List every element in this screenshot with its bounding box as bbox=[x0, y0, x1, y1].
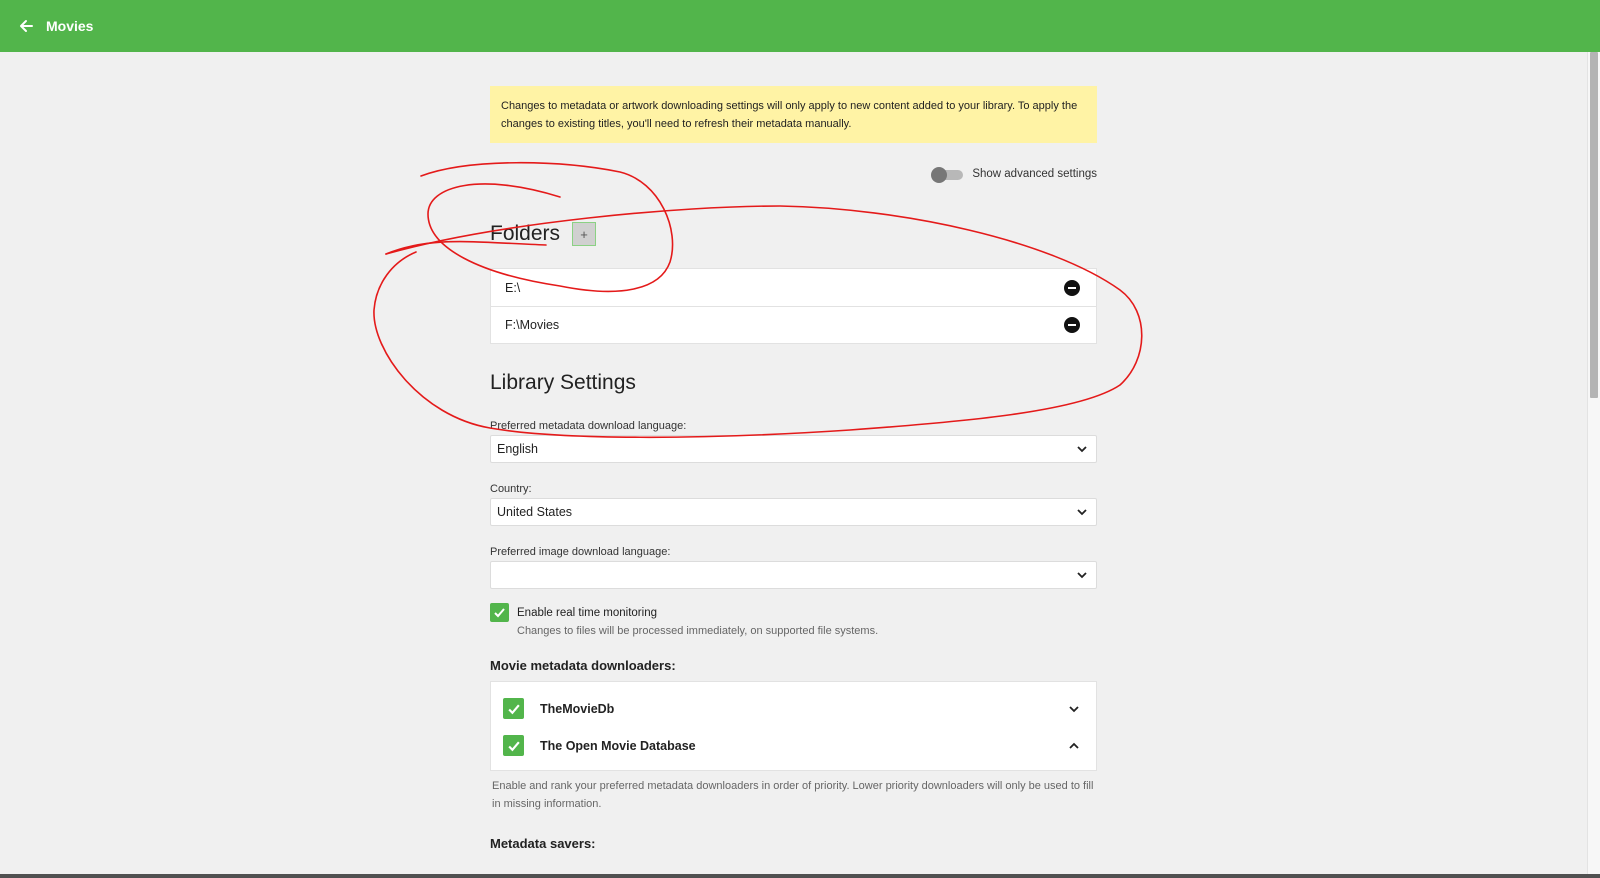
library-settings-panel: Changes to metadata or artwork downloadi… bbox=[490, 86, 1097, 851]
country-field: Country: United States bbox=[490, 483, 1097, 526]
remove-folder-icon[interactable] bbox=[1064, 317, 1080, 333]
metadata-language-label: Preferred metadata download language: bbox=[490, 420, 687, 432]
image-language-field: Preferred image download language: bbox=[490, 546, 1097, 589]
downloader-row: The Open Movie Database bbox=[491, 727, 1096, 764]
downloader-name: TheMovieDb bbox=[540, 701, 615, 716]
realtime-monitoring-description: Changes to files will be processed immed… bbox=[517, 625, 879, 637]
image-language-select[interactable] bbox=[490, 561, 1097, 589]
realtime-monitoring-row: Enable real time monitoring bbox=[490, 603, 1097, 622]
downloaders-title: Movie metadata downloaders: bbox=[490, 658, 676, 673]
library-settings-title: Library Settings bbox=[490, 371, 636, 394]
chevron-down-icon bbox=[1076, 569, 1088, 581]
back-button[interactable] bbox=[14, 14, 38, 38]
image-language-label: Preferred image download language: bbox=[490, 546, 671, 558]
checkmark-icon bbox=[494, 608, 505, 618]
app-bar: Movies bbox=[0, 0, 1600, 52]
chevron-down-icon bbox=[1076, 443, 1088, 455]
advanced-settings-toggle[interactable] bbox=[931, 166, 964, 183]
notice-banner: Changes to metadata or artwork downloadi… bbox=[490, 86, 1097, 143]
folder-path: E:\ bbox=[505, 280, 521, 295]
chevron-up-icon[interactable] bbox=[1068, 740, 1080, 752]
country-label: Country: bbox=[490, 483, 532, 495]
folders-header: Folders + bbox=[490, 219, 1097, 249]
advanced-settings-row: Show advanced settings bbox=[490, 165, 1097, 183]
advanced-settings-label: Show advanced settings bbox=[972, 168, 1097, 180]
remove-folder-icon[interactable] bbox=[1064, 279, 1080, 296]
add-folder-button[interactable]: + bbox=[572, 222, 597, 246]
chevron-down-icon[interactable] bbox=[1068, 703, 1080, 715]
scrollbar-thumb[interactable] bbox=[1590, 52, 1598, 398]
downloader-checkbox[interactable] bbox=[503, 735, 524, 756]
realtime-monitoring-checkbox[interactable] bbox=[490, 603, 509, 622]
downloader-checkbox[interactable] bbox=[503, 698, 524, 719]
metadata-language-field: Preferred metadata download language: En… bbox=[490, 420, 1097, 463]
folder-row: F:\Movies bbox=[491, 306, 1096, 343]
downloader-row: TheMovieDb bbox=[491, 690, 1096, 727]
metadata-language-select[interactable]: English bbox=[490, 435, 1097, 463]
downloader-name: The Open Movie Database bbox=[540, 738, 696, 753]
metadata-savers-title: Metadata savers: bbox=[490, 836, 596, 851]
toggle-knob bbox=[931, 167, 948, 183]
folder-path: F:\Movies bbox=[505, 318, 560, 332]
page-title: Movies bbox=[46, 18, 94, 34]
downloaders-list: TheMovieDb The Open Movie Database bbox=[490, 681, 1097, 771]
country-value: United States bbox=[497, 505, 573, 519]
folder-row: E:\ bbox=[491, 269, 1096, 306]
arrow-left-icon bbox=[20, 20, 33, 32]
library-settings-header: Library Settings bbox=[490, 371, 1097, 397]
checkmark-icon bbox=[507, 741, 520, 751]
chevron-down-icon bbox=[1076, 506, 1088, 518]
realtime-monitoring-label: Enable real time monitoring bbox=[517, 606, 657, 619]
folder-list: E:\ F:\Movies bbox=[490, 268, 1097, 344]
checkmark-icon bbox=[507, 704, 520, 714]
country-select[interactable]: United States bbox=[490, 498, 1097, 526]
folders-title: Folders bbox=[490, 222, 561, 245]
downloaders-description: Enable and rank your preferred metadata … bbox=[492, 780, 1094, 810]
bottom-edge bbox=[0, 874, 1600, 878]
metadata-language-value: English bbox=[497, 442, 538, 456]
